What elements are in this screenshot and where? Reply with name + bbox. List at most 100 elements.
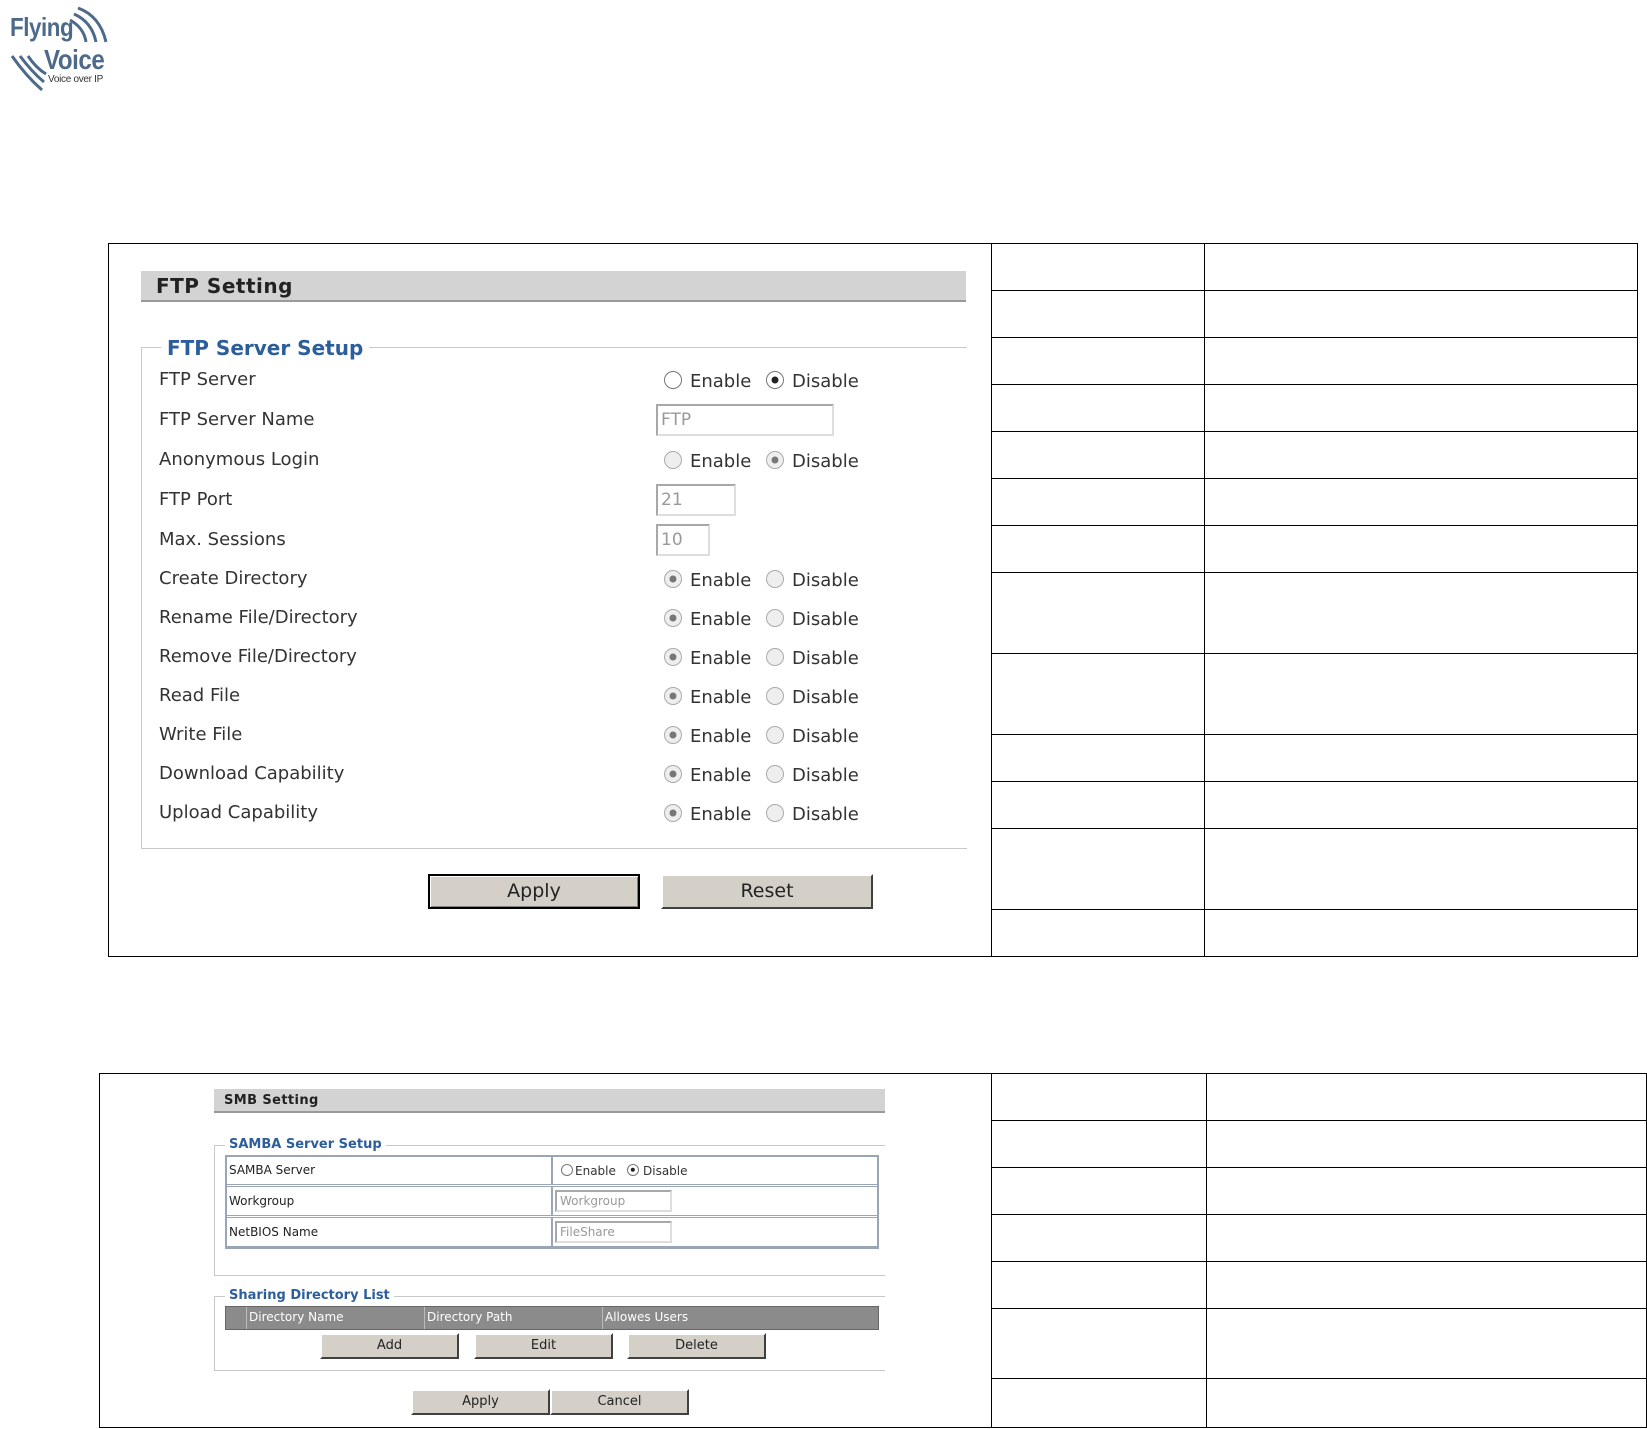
workgroup-label-cell: Workgroup <box>226 1186 552 1216</box>
ftp-description-table <box>991 243 1638 957</box>
ftp-row-label: FTP Server <box>159 369 256 390</box>
enable-option-label: Enable <box>690 804 752 825</box>
column-allowes-users: Allowes Users <box>602 1307 878 1329</box>
edit-button[interactable]: Edit <box>474 1333 613 1359</box>
smb-cancel-button[interactable]: Cancel <box>550 1389 689 1415</box>
smb-description-table <box>991 1073 1647 1428</box>
reset-button[interactable]: Reset <box>661 874 873 909</box>
disable-option-label: Disable <box>792 687 859 708</box>
samba-server-value-cell: Enable Disable <box>552 1156 878 1185</box>
disable-option-label: Disable <box>792 451 859 472</box>
samba-disable-radio[interactable] <box>627 1164 639 1176</box>
ftp-row-label: Anonymous Login <box>159 449 320 470</box>
flying-voice-logo: Flying Voice Voice over IP <box>8 4 118 96</box>
logo-line2: Voice <box>44 44 105 75</box>
ftp-text-input[interactable]: FTP <box>656 404 834 436</box>
table-row <box>992 1121 1646 1168</box>
logo-line1: Flying <box>10 12 74 42</box>
ftp-row-label: Remove File/Directory <box>159 646 357 667</box>
add-button[interactable]: Add <box>320 1333 459 1359</box>
netbios-value-cell: FileShare <box>552 1217 878 1247</box>
samba-server-label: SAMBA Server <box>229 1163 316 1177</box>
ftp-row-label: Create Directory <box>159 568 308 589</box>
apply-button[interactable]: Apply <box>428 874 640 909</box>
smb-apply-button[interactable]: Apply <box>411 1389 550 1415</box>
netbios-label-cell: NetBIOS Name <box>226 1217 552 1247</box>
disable-radio[interactable] <box>766 804 784 822</box>
enable-radio[interactable] <box>664 451 682 469</box>
ftp-setting-title: FTP Setting <box>141 271 966 302</box>
table-row <box>992 479 1637 526</box>
disable-radio[interactable] <box>766 648 784 666</box>
table-row <box>992 338 1637 385</box>
table-row <box>992 910 1637 958</box>
column-directory-path: Directory Path <box>424 1307 602 1329</box>
table-row <box>992 1215 1646 1262</box>
enable-option-label: Enable <box>690 648 752 669</box>
disable-radio[interactable] <box>766 765 784 783</box>
disable-radio[interactable] <box>766 609 784 627</box>
enable-radio[interactable] <box>664 726 682 744</box>
disable-radio[interactable] <box>766 687 784 705</box>
table-row <box>992 1379 1646 1427</box>
ftp-row-label: FTP Server Name <box>159 409 315 430</box>
disable-radio[interactable] <box>766 371 784 389</box>
disable-option-label: Disable <box>792 726 859 747</box>
disable-option-label: Disable <box>792 371 859 392</box>
disable-option-label: Disable <box>792 765 859 786</box>
ftp-row-label: Read File <box>159 685 241 706</box>
table-row <box>992 385 1637 432</box>
ftp-row-label: Upload Capability <box>159 802 318 823</box>
netbios-name-label: NetBIOS Name <box>229 1225 319 1239</box>
table-row <box>992 432 1637 479</box>
ftp-text-input[interactable]: 10 <box>656 524 710 556</box>
sharing-directory-header: Directory Name Directory Path Allowes Us… <box>225 1306 879 1330</box>
table-row <box>992 1074 1646 1121</box>
enable-radio[interactable] <box>664 570 682 588</box>
table-row <box>992 735 1637 782</box>
enable-radio[interactable] <box>664 648 682 666</box>
disable-option-label: Disable <box>792 570 859 591</box>
netbios-name-input[interactable]: FileShare <box>555 1221 672 1243</box>
logo-tagline: Voice over IP <box>48 74 104 85</box>
table-row <box>992 1168 1646 1215</box>
table-row <box>992 573 1637 654</box>
table-row <box>992 782 1637 829</box>
table-row <box>992 1309 1646 1379</box>
workgroup-label: Workgroup <box>229 1194 295 1208</box>
ftp-text-input[interactable]: 21 <box>656 484 736 516</box>
enable-radio[interactable] <box>664 609 682 627</box>
enable-option-label: Enable <box>690 765 752 786</box>
enable-radio[interactable] <box>664 371 682 389</box>
enable-radio[interactable] <box>664 687 682 705</box>
enable-radio[interactable] <box>664 804 682 822</box>
disable-option-label: Disable <box>792 609 859 630</box>
workgroup-value-cell: Workgroup <box>552 1186 878 1216</box>
enable-option-label: Enable <box>690 609 752 630</box>
ftp-row-label: Write File <box>159 724 243 745</box>
enable-option-label: Enable <box>690 687 752 708</box>
enable-option-label: Enable <box>690 371 752 392</box>
disable-radio[interactable] <box>766 451 784 469</box>
delete-button[interactable]: Delete <box>627 1333 766 1359</box>
column-directory-name: Directory Name <box>246 1307 424 1329</box>
ftp-row-label: FTP Port <box>159 489 233 510</box>
enable-option-label: Enable <box>690 726 752 747</box>
table-row <box>992 526 1637 573</box>
enable-option-label: Enable <box>690 451 752 472</box>
samba-enable-radio[interactable] <box>561 1164 573 1176</box>
table-row <box>992 654 1637 735</box>
workgroup-input[interactable]: Workgroup <box>555 1190 672 1212</box>
table-row <box>992 1262 1646 1309</box>
samba-enable-label: Enable <box>575 1164 616 1178</box>
disable-option-label: Disable <box>792 648 859 669</box>
disable-radio[interactable] <box>766 726 784 744</box>
smb-setting-title: SMB Setting <box>214 1089 885 1113</box>
disable-radio[interactable] <box>766 570 784 588</box>
ftp-row-label: Download Capability <box>159 763 345 784</box>
ftp-server-setup-legend: FTP Server Setup <box>161 336 370 360</box>
samba-server-label-cell: SAMBA Server <box>226 1156 552 1185</box>
table-row <box>992 291 1637 338</box>
enable-radio[interactable] <box>664 765 682 783</box>
table-row <box>992 244 1637 291</box>
